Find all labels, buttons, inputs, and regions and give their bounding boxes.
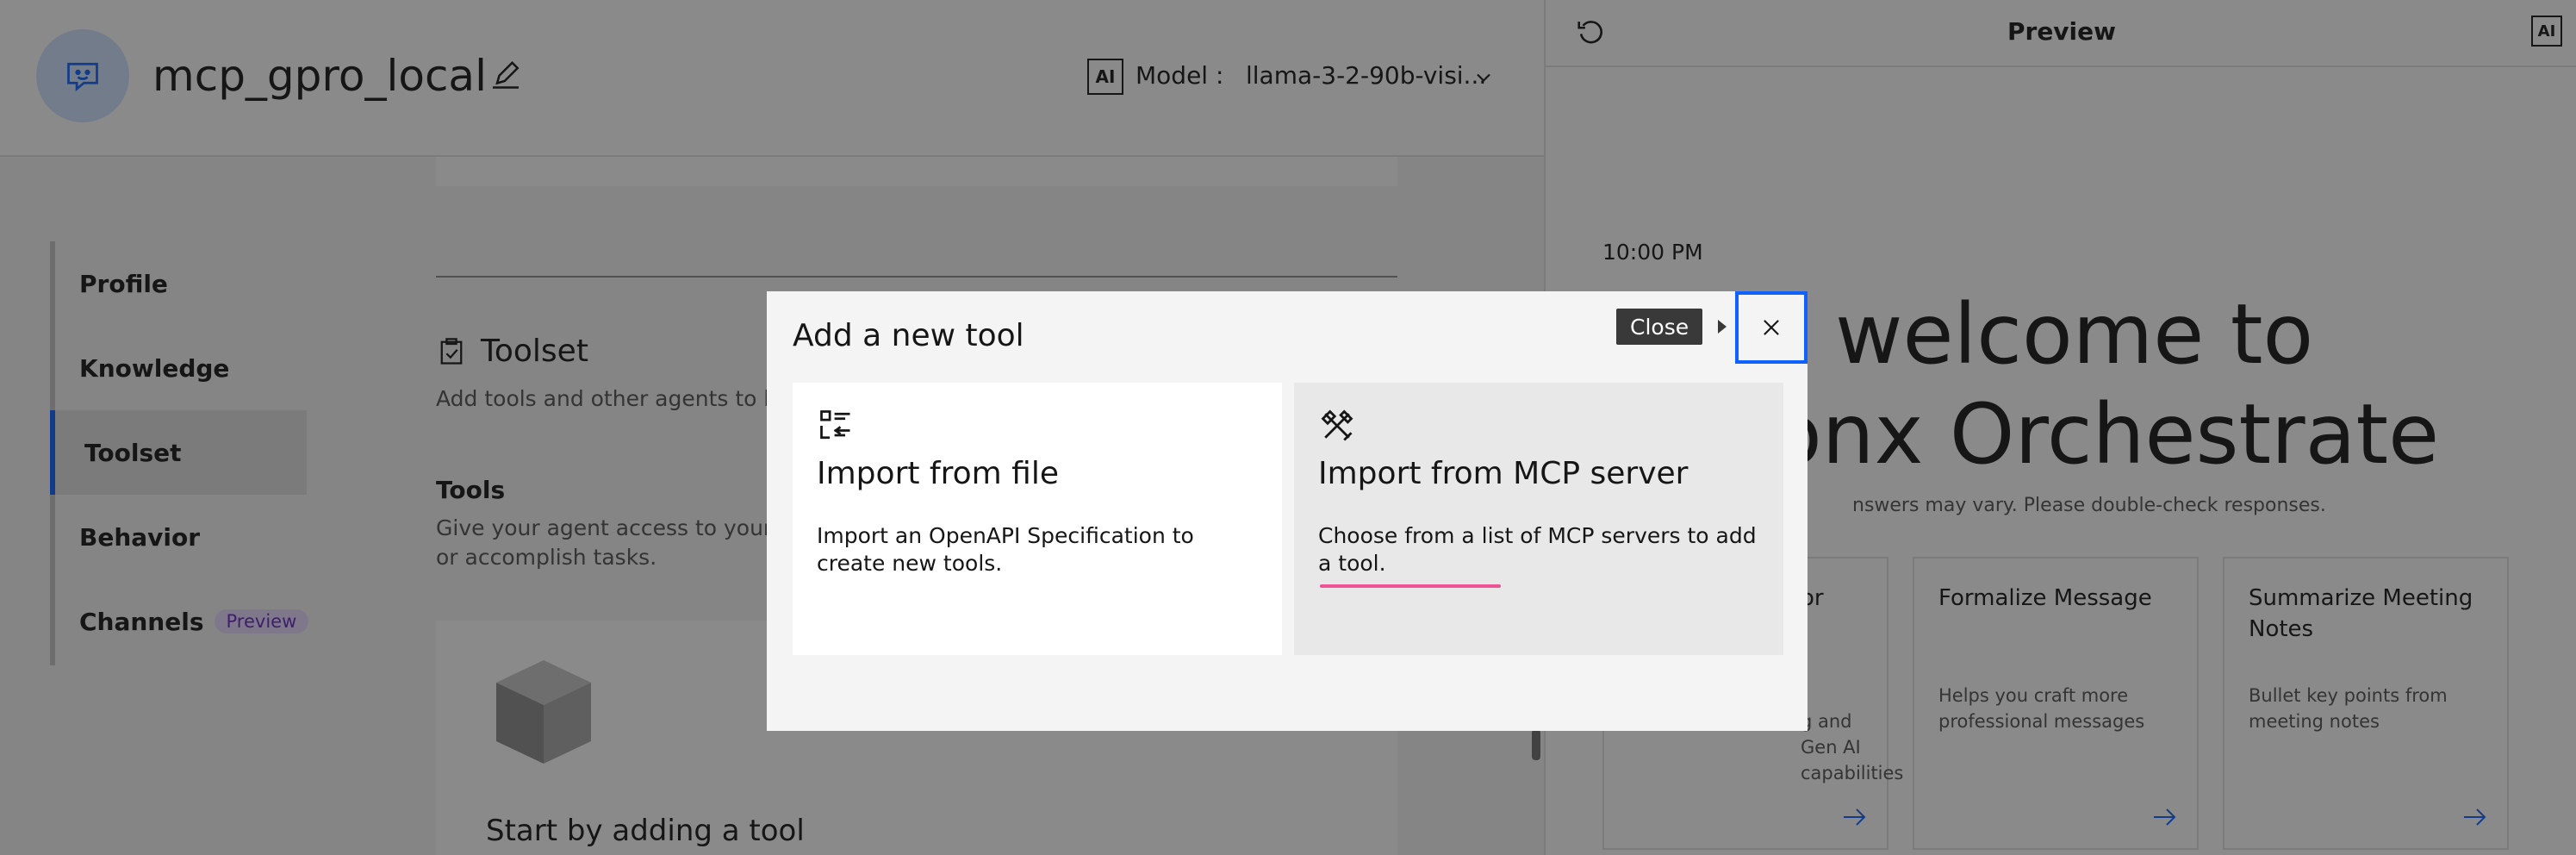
option-description: Choose from a list of MCP servers to add…: [1318, 523, 1757, 576]
close-button[interactable]: [1735, 291, 1808, 364]
tooltip-caret: [1718, 320, 1727, 334]
close-icon: [1764, 320, 1779, 335]
import-file-icon: [820, 410, 850, 440]
import-from-mcp-option[interactable]: Import from MCP server Choose from a lis…: [1294, 383, 1783, 655]
close-tooltip: Close: [1616, 309, 1703, 345]
import-from-file-option[interactable]: Import from file Import an OpenAPI Speci…: [793, 383, 1282, 655]
tools-icon: [1321, 409, 1353, 441]
hover-underline: [1320, 584, 1501, 588]
app-root: mcp_gpro_local AI Model : llama-3-2-90b-…: [0, 0, 2576, 855]
option-description: Import an OpenAPI Specification to creat…: [817, 523, 1194, 576]
add-tool-modal: Add a new tool Import from file Import a…: [767, 291, 1808, 731]
modal-title: Add a new tool: [793, 318, 1024, 353]
option-title: Import from file: [817, 456, 1059, 491]
option-title: Import from MCP server: [1318, 456, 1689, 491]
